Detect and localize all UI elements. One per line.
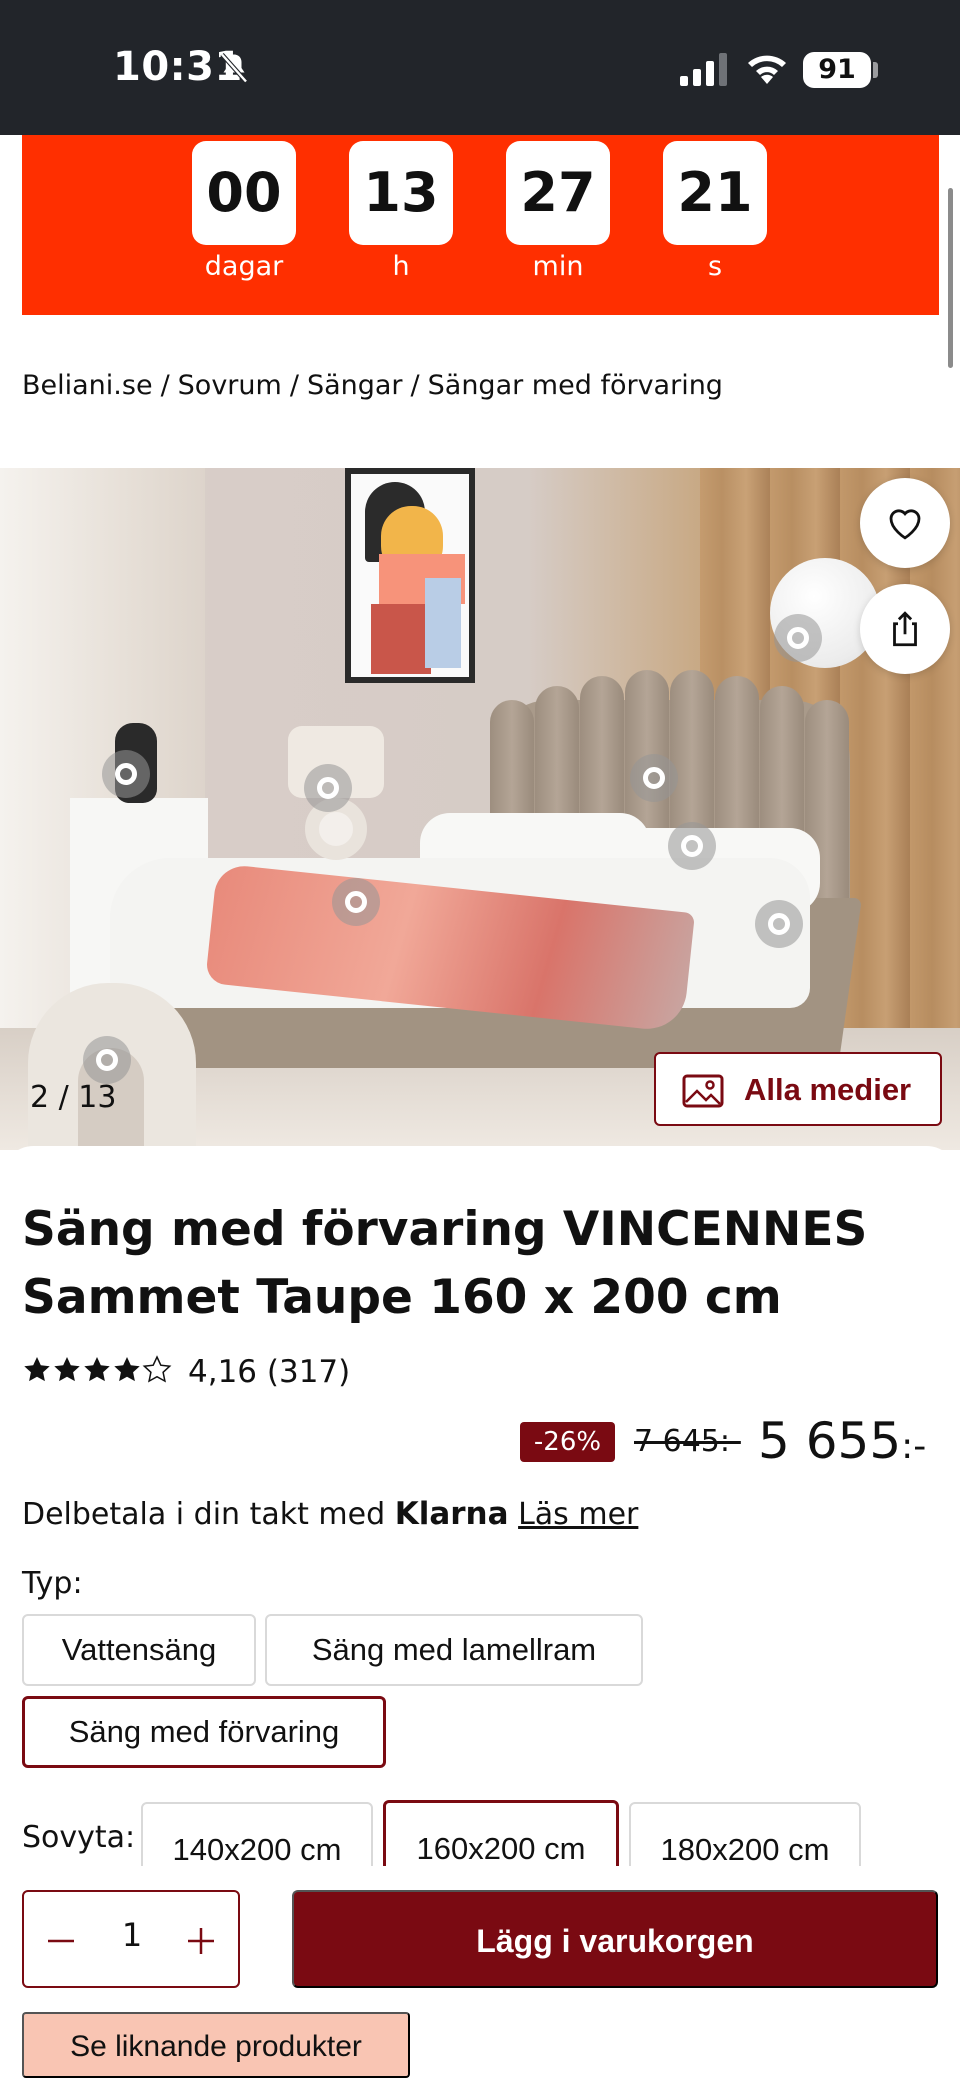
hotspot-vase[interactable] (102, 750, 150, 798)
countdown-minutes: 27 min (506, 141, 610, 282)
share-button[interactable] (860, 584, 950, 674)
countdown-seconds-label: s (707, 251, 723, 282)
product-title: Säng med förvaring VINCENNES Sammet Taup… (22, 1202, 868, 1325)
similar-products-button[interactable]: Se liknande produkter (22, 2012, 410, 2078)
all-media-button[interactable]: Alla medier (654, 1052, 942, 1126)
breadcrumb: Beliani.se / Sovrum / Sängar / Sängar med förv… (22, 370, 723, 401)
breadcrumb-bedroom[interactable]: Sovrum (178, 370, 282, 401)
klarna-info: Delbetala i din takt med Klarna Läs mer (22, 1496, 638, 1532)
product-image[interactable] (0, 468, 960, 1150)
hotspot-pillow[interactable] (668, 822, 716, 870)
discount-badge: -26% (520, 1422, 615, 1462)
current-price-suffix: :- (901, 1426, 927, 1467)
type-option-slatted-frame[interactable]: Säng med lamellram (265, 1614, 643, 1686)
gallery-counter: 2 / 13 (30, 1080, 117, 1115)
countdown-seconds: 21 s (663, 141, 767, 282)
wifi-icon (748, 55, 786, 84)
product-rating[interactable]: 4,16 (317) (22, 1354, 350, 1390)
hotspot-pendant-lamp[interactable] (774, 614, 822, 662)
current-price: 5 655:- (758, 1412, 926, 1470)
plus-icon[interactable] (176, 1916, 226, 1966)
hotspot-throw[interactable] (332, 878, 380, 926)
type-label: Typ: (22, 1566, 83, 1601)
image-icon (682, 1074, 724, 1108)
rating-text: 4,16 (317) (188, 1354, 351, 1390)
klarna-read-more-link[interactable]: Läs mer (518, 1497, 638, 1532)
breadcrumb-beds[interactable]: Sängar (307, 370, 403, 401)
hotspot-lamp[interactable] (304, 764, 352, 812)
klarna-logo: Klarna (394, 1496, 509, 1532)
countdown-seconds-value: 21 (663, 141, 767, 245)
hotspot-bedding[interactable] (755, 900, 803, 948)
breadcrumb-storage-beds[interactable]: Sängar med förvaring (428, 370, 723, 401)
star-rating-icon (24, 1356, 171, 1382)
countdown-days-label: dagar (204, 251, 284, 282)
price-row: -26% 7 645:- 5 655:- (0, 1412, 960, 1472)
heart-icon (889, 509, 921, 540)
battery-tip (873, 62, 878, 78)
page-scrollbar[interactable] (948, 188, 953, 368)
cellular-signal-icon (680, 53, 727, 86)
favorite-button[interactable] (860, 478, 950, 568)
bell-muted-icon (220, 53, 248, 83)
status-bar: 10:31 91 (0, 0, 960, 135)
countdown-hours-label: h (392, 251, 410, 282)
share-icon (893, 611, 917, 647)
countdown-days-value: 00 (192, 141, 296, 245)
current-price-amount: 5 655 (758, 1412, 902, 1470)
countdown-minutes-value: 27 (506, 141, 610, 245)
battery-indicator: 91 (803, 52, 871, 88)
quantity-value[interactable]: 1 (104, 1916, 160, 1954)
countdown-hours: 13 h (349, 141, 453, 282)
add-to-cart-button[interactable]: Lägg i varukorgen (292, 1890, 938, 1988)
klarna-prefix: Delbetala i din takt med (22, 1497, 386, 1532)
hotspot-stool[interactable] (83, 1036, 131, 1084)
countdown-hours-value: 13 (349, 141, 453, 245)
hotspot-headboard[interactable] (630, 754, 678, 802)
old-price: 7 645:- (634, 1424, 741, 1459)
sleep-area-label: Sovyta: (22, 1820, 136, 1855)
minus-icon[interactable] (36, 1916, 86, 1966)
breadcrumb-home[interactable]: Beliani.se (22, 370, 153, 401)
countdown-days: 00 dagar (192, 141, 296, 282)
countdown-minutes-label: min (532, 251, 584, 282)
type-option-storage-bed[interactable]: Säng med förvaring (22, 1696, 386, 1768)
type-option-water-bed[interactable]: Vattensäng (22, 1614, 256, 1686)
all-media-label: Alla medier (744, 1072, 912, 1107)
countdown-banner: 00 dagar 13 h 27 min 21 s (22, 135, 939, 315)
quantity-stepper[interactable]: 1 (22, 1890, 240, 1988)
